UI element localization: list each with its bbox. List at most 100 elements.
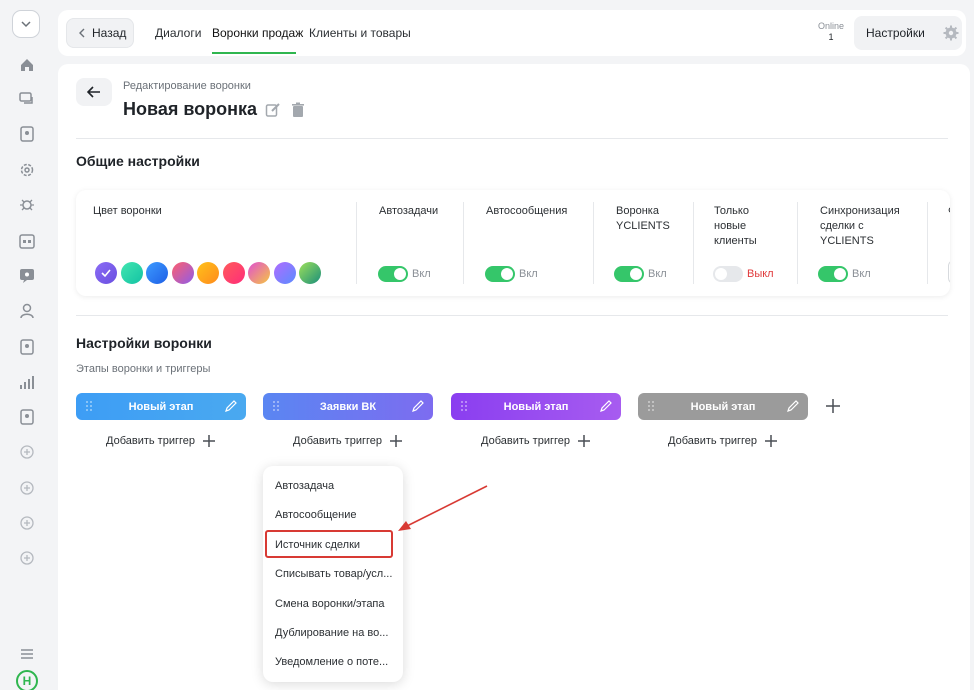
drag-handle-icon[interactable] xyxy=(273,401,279,411)
menu-icon[interactable] xyxy=(17,644,37,664)
add-trigger-button[interactable]: Добавить триггер xyxy=(293,435,402,447)
add-circle-icon[interactable] xyxy=(17,513,37,533)
drag-handle-icon[interactable] xyxy=(86,401,92,411)
color-swatch[interactable] xyxy=(172,262,194,284)
id-card-icon[interactable] xyxy=(17,337,37,357)
bug-icon[interactable] xyxy=(17,195,37,215)
new-clients-only-label: Только новые клиенты xyxy=(714,205,757,247)
menu-item-loss-notification[interactable]: Уведомление о поте... xyxy=(275,656,388,668)
divider xyxy=(76,138,948,139)
new-clients-only-toggle[interactable] xyxy=(713,266,743,282)
gear-icon[interactable] xyxy=(17,160,37,180)
color-swatch[interactable] xyxy=(299,262,321,284)
color-swatch[interactable] xyxy=(274,262,296,284)
pencil-icon[interactable] xyxy=(786,399,800,413)
settings-button[interactable]: Настройки xyxy=(854,16,962,50)
add-trigger-button[interactable]: Добавить триггер xyxy=(481,435,590,447)
plus-icon xyxy=(390,435,402,447)
stage-name: Заявки ВК xyxy=(319,400,377,413)
analytics-icon[interactable] xyxy=(17,372,37,392)
sidebar: H xyxy=(0,0,56,690)
breadcrumb: Редактирование воронки xyxy=(123,80,251,92)
drag-handle-icon[interactable] xyxy=(648,401,654,411)
automessages-label: Автосообщения xyxy=(486,205,568,217)
stage-card[interactable]: Новый этап xyxy=(638,393,808,420)
collapse-button[interactable] xyxy=(12,10,40,38)
menu-item-automessage[interactable]: Автосообщение xyxy=(275,509,357,521)
back-arrow-button[interactable] xyxy=(76,78,112,106)
menu-item-duplicate[interactable]: Дублирование на во... xyxy=(275,627,388,639)
page-title: Новая воронка xyxy=(123,99,258,119)
yclients-funnel-toggle[interactable] xyxy=(614,266,644,282)
menu-item-autotask[interactable]: Автозадача xyxy=(275,480,334,492)
brand-logo: H xyxy=(16,670,38,690)
chat-icon[interactable] xyxy=(17,89,37,109)
pencil-icon[interactable] xyxy=(599,399,613,413)
back-button[interactable]: Назад xyxy=(66,18,134,48)
sync-deal-toggle[interactable] xyxy=(818,266,848,282)
stage-card[interactable]: Заявки ВК xyxy=(263,393,433,420)
divider xyxy=(76,315,948,316)
highlight-box xyxy=(265,530,393,558)
tab-dialogs[interactable]: Диалоги xyxy=(155,26,201,40)
automessages-state: Вкл xyxy=(519,268,538,280)
column-divider xyxy=(797,202,798,284)
add-trigger-button[interactable]: Добавить триггер xyxy=(668,435,777,447)
contacts-icon[interactable] xyxy=(17,124,37,144)
add-circle-icon[interactable] xyxy=(17,442,37,462)
column-divider xyxy=(463,202,464,284)
plus-icon xyxy=(765,435,777,447)
color-swatch[interactable] xyxy=(146,262,168,284)
document-icon[interactable] xyxy=(17,407,37,427)
column-divider xyxy=(927,202,928,284)
menu-item-change-funnel-stage[interactable]: Смена воронки/этапа xyxy=(275,598,385,610)
stage-card[interactable]: Новый этап xyxy=(451,393,621,420)
online-count: 1 xyxy=(828,32,834,42)
plus-icon xyxy=(578,435,590,447)
home-icon[interactable] xyxy=(17,55,37,75)
cut-column-input[interactable]: 72 xyxy=(948,260,950,284)
pencil-icon[interactable] xyxy=(224,399,238,413)
menu-item-write-off-product[interactable]: Списывать товар/усл... xyxy=(275,568,392,580)
top-bar: Назад Диалоги Воронки продаж Клиенты и т… xyxy=(58,10,966,56)
tab-sales-funnels[interactable]: Воронки продаж xyxy=(212,26,303,40)
add-trigger-button[interactable]: Добавить триггер xyxy=(106,435,215,447)
stages-subheading: Этапы воронки и триггеры xyxy=(76,363,211,375)
stage-card[interactable]: Новый этап xyxy=(76,393,246,420)
stage-name: Новый этап xyxy=(128,400,194,413)
autotasks-toggle[interactable] xyxy=(378,266,408,282)
column-divider xyxy=(593,202,594,284)
settings-label: Настройки xyxy=(866,26,925,40)
stage-name: Новый этап xyxy=(690,400,756,413)
user-icon[interactable] xyxy=(17,301,37,321)
add-stage-icon[interactable] xyxy=(824,397,842,415)
general-settings-heading: Общие настройки xyxy=(76,153,200,169)
add-circle-icon[interactable] xyxy=(17,478,37,498)
tab-clients-products[interactable]: Клиенты и товары xyxy=(309,26,411,40)
funnel-color-label: Цвет воронки xyxy=(93,205,162,217)
color-swatch[interactable] xyxy=(223,262,245,284)
chevron-left-icon xyxy=(79,28,85,38)
trash-icon[interactable] xyxy=(290,102,306,118)
autotasks-state: Вкл xyxy=(412,268,431,280)
yclients-funnel-state: Вкл xyxy=(648,268,667,280)
column-divider xyxy=(693,202,694,284)
gear-icon xyxy=(943,25,959,41)
add-circle-icon[interactable] xyxy=(17,548,37,568)
active-tab-indicator xyxy=(212,52,296,54)
add-trigger-label: Добавить триггер xyxy=(668,435,757,447)
cut-column-label: Фи xyxy=(948,204,950,219)
yclients-funnel-label: Воронка YCLIENTS xyxy=(616,205,670,232)
support-icon[interactable] xyxy=(17,266,37,286)
color-swatch[interactable] xyxy=(248,262,270,284)
automessages-toggle[interactable] xyxy=(485,266,515,282)
drag-handle-icon[interactable] xyxy=(461,401,467,411)
edit-icon[interactable] xyxy=(265,102,281,118)
color-swatch-selected[interactable] xyxy=(95,262,117,284)
color-swatch[interactable] xyxy=(121,262,143,284)
stage-name: Новый этап xyxy=(503,400,569,413)
pencil-icon[interactable] xyxy=(411,399,425,413)
color-swatch[interactable] xyxy=(197,262,219,284)
sync-deal-label: Синхронизация сделки с YCLIENTS xyxy=(820,205,900,247)
calendar-icon[interactable] xyxy=(17,231,37,251)
